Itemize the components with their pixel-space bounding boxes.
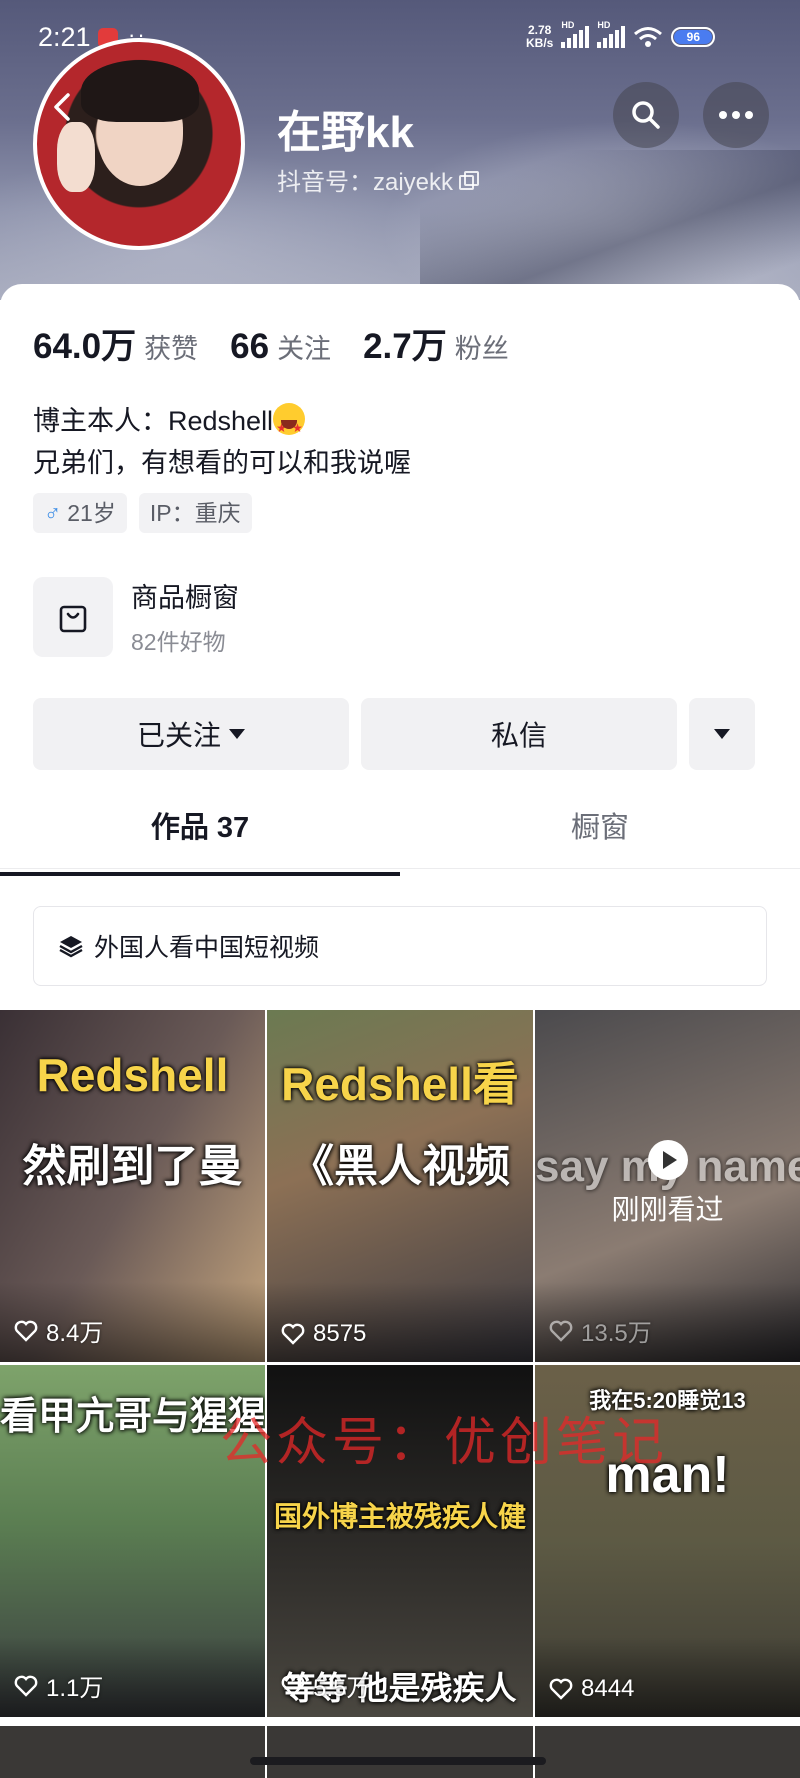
more-dots-icon <box>719 111 753 119</box>
more-actions-button[interactable] <box>689 698 755 770</box>
status-time: 2:21 <box>38 22 91 52</box>
video-grid: Redshell 然刷到了曼 8.4万 Redshell看 《黑人视频 8575… <box>0 1010 800 1717</box>
tab-works[interactable]: 作品 37 <box>0 798 400 876</box>
following-count[interactable]: 66 <box>230 327 269 367</box>
avatar[interactable] <box>33 38 245 250</box>
layers-icon <box>59 936 83 958</box>
signal-icon: HD <box>561 20 590 48</box>
douyin-id[interactable]: 抖音号：zaiyekk <box>277 162 480 197</box>
likes-count: 64.0万 <box>33 327 137 366</box>
shop-window-entry[interactable]: 商品橱窗 82件好物 <box>33 576 239 657</box>
followers-count[interactable]: 2.7万 <box>363 318 447 369</box>
tab-shop-window[interactable]: 橱窗 <box>400 798 800 868</box>
heart-icon <box>14 1675 38 1697</box>
age-tag: ♂ 21岁 <box>33 493 127 533</box>
shop-subtitle: 82件好物 <box>131 629 226 655</box>
followed-button[interactable]: 已关注 <box>33 698 349 770</box>
shop-title: 商品橱窗 <box>131 583 239 613</box>
caret-down-icon <box>229 729 245 739</box>
heart-icon <box>281 1323 305 1345</box>
video-thumbnail[interactable]: say my name! 刚刚看过 13.5万 <box>535 1010 800 1362</box>
back-arrow-icon[interactable] <box>48 92 78 122</box>
copy-icon[interactable] <box>459 170 480 190</box>
male-icon: ♂ <box>44 500 62 526</box>
heart-icon <box>549 1678 573 1700</box>
ip-tag: IP：重庆 <box>138 493 252 533</box>
profile-stats: 64.0万 获赞 66 关注 2.7万 粉丝 <box>33 318 541 369</box>
home-indicator[interactable] <box>250 1757 546 1765</box>
profile-tabs: 作品 37 橱窗 <box>0 798 800 876</box>
signal-icon-2: HD <box>597 20 626 48</box>
profile-name: 在野kk <box>277 108 414 157</box>
watched-badge: 刚刚看过 <box>535 1140 800 1228</box>
network-speed: 2.78 KB/s <box>526 23 554 50</box>
wifi-icon <box>634 27 663 47</box>
profile-card: 64.0万 获赞 66 关注 2.7万 粉丝 博主本人：Redshell 兄弟们… <box>0 284 800 1778</box>
more-button[interactable] <box>703 82 769 148</box>
video-thumbnail[interactable]: Redshell 然刷到了曼 8.4万 <box>0 1010 265 1362</box>
collection-entry[interactable]: 外国人看中国短视频 <box>33 906 767 986</box>
heart-icon <box>14 1320 38 1342</box>
video-thumbnail[interactable]: Redshell看 《黑人视频 8575 <box>267 1010 533 1362</box>
message-button[interactable]: 私信 <box>361 698 677 770</box>
heart-icon <box>549 1320 573 1342</box>
watermark-text: 公众号：优创笔记 <box>220 1414 669 1472</box>
caret-down-icon <box>714 729 730 739</box>
search-button[interactable] <box>613 82 679 148</box>
next-row-thumbnails <box>0 1726 800 1778</box>
search-icon <box>632 101 660 129</box>
profile-actions: 已关注 私信 <box>33 698 755 770</box>
battery-icon: 96 <box>671 27 716 47</box>
shopping-bag-icon <box>33 576 113 657</box>
heart-icon <box>281 1675 305 1697</box>
profile-tags: ♂ 21岁 IP：重庆 <box>33 493 252 533</box>
profile-bio: 博主本人：Redshell 兄弟们，有想看的可以和我说喔 <box>33 400 411 484</box>
star-eyes-emoji-icon <box>273 403 306 449</box>
play-icon <box>647 1140 688 1180</box>
